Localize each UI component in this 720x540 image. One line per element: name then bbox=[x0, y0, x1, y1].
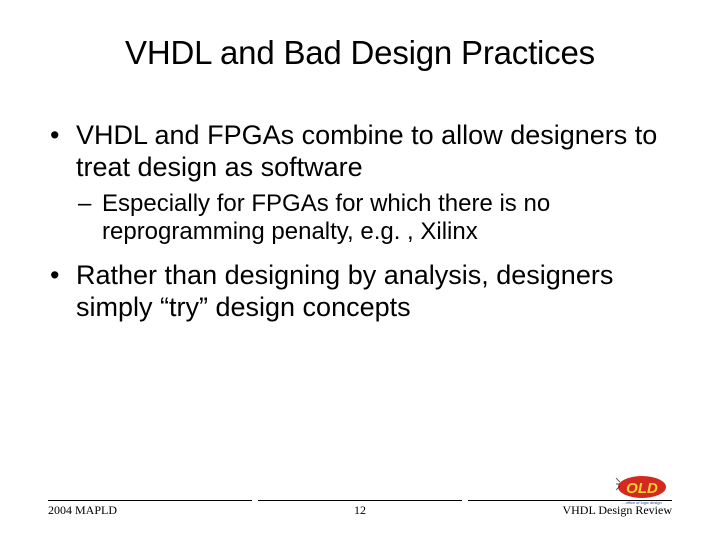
sub-bullet-item: Especially for FPGAs for which there is … bbox=[76, 190, 672, 247]
bullet-item: VHDL and FPGAs combine to allow designer… bbox=[48, 120, 672, 246]
logo-old: OLD ...office of logic design bbox=[612, 474, 672, 506]
bullet-list-level2: Especially for FPGAs for which there is … bbox=[76, 190, 672, 247]
footer-row: 2004 MAPLD 12 VHDL Design Review bbox=[48, 503, 672, 518]
footer-left: 2004 MAPLD bbox=[48, 503, 256, 518]
svg-text:OLD: OLD bbox=[626, 480, 658, 497]
slide: VHDL and Bad Design Practices VHDL and F… bbox=[0, 0, 720, 540]
bullet-text: VHDL and FPGAs combine to allow designer… bbox=[76, 120, 657, 182]
bullet-list-level1: VHDL and FPGAs combine to allow designer… bbox=[48, 120, 672, 324]
footer-page-number: 12 bbox=[256, 503, 464, 518]
slide-title: VHDL and Bad Design Practices bbox=[48, 34, 672, 72]
slide-footer: OLD ...office of logic design 2004 MAPLD… bbox=[48, 500, 672, 518]
footer-rule bbox=[48, 500, 672, 501]
bullet-item: Rather than designing by analysis, desig… bbox=[48, 260, 672, 324]
slide-body: VHDL and FPGAs combine to allow designer… bbox=[48, 120, 672, 324]
rule-segment bbox=[258, 500, 462, 501]
rule-segment bbox=[48, 500, 252, 501]
sub-bullet-text: Especially for FPGAs for which there is … bbox=[102, 190, 550, 245]
bullet-text: Rather than designing by analysis, desig… bbox=[76, 260, 613, 322]
footer-right: VHDL Design Review bbox=[464, 503, 672, 518]
